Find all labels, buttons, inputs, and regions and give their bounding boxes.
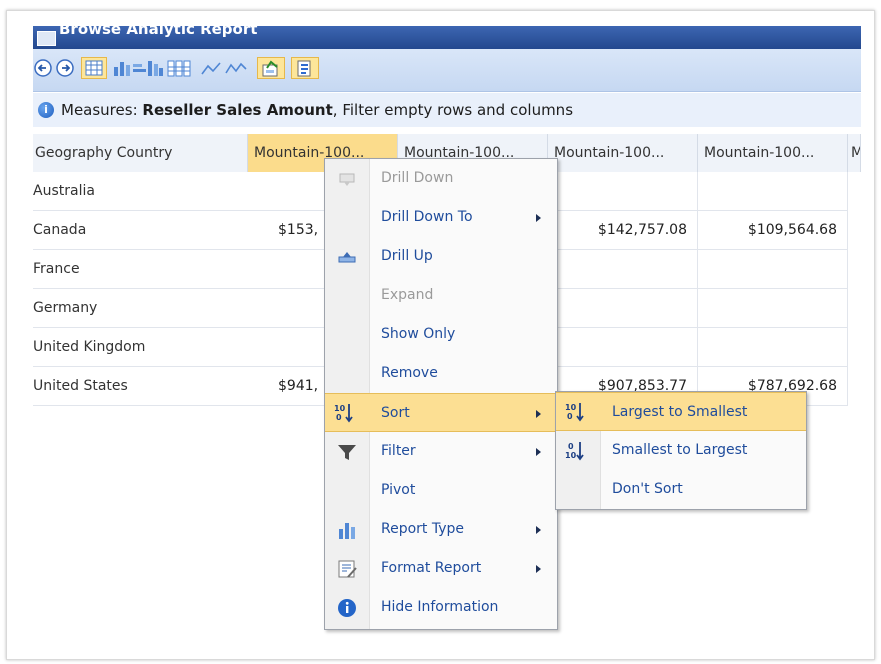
column-header[interactable]: Mountain-100... [548, 134, 698, 172]
context-menu: Drill Down Drill Down To Drill Up Expand… [324, 158, 558, 630]
filter-description: , Filter empty rows and columns [332, 101, 574, 119]
table-cell [548, 289, 698, 328]
svg-text:10: 10 [565, 451, 577, 460]
menu-item-label: Expand [381, 287, 434, 303]
measures-description: Measures: Reseller Sales Amount, Filter … [61, 93, 573, 127]
menu-item-largest-to-smallest[interactable]: 10 0 Largest to Smallest [556, 392, 806, 431]
menu-item-filter[interactable]: Filter [325, 432, 557, 471]
table-cell [698, 289, 848, 328]
menu-item-label: Filter [381, 443, 416, 459]
menu-item-label: Format Report [381, 560, 482, 576]
row-label[interactable]: Australia [33, 172, 248, 211]
menu-item-show-only[interactable]: Show Only [325, 315, 557, 354]
table-cell: $142,757.08 [548, 211, 698, 250]
submenu-arrow-icon [536, 526, 541, 534]
menu-item-pivot[interactable]: Pivot [325, 471, 557, 510]
menu-item-format-report[interactable]: Format Report [325, 549, 557, 588]
row-label[interactable]: United States [33, 367, 248, 406]
bar-chart-icon[interactable] [111, 57, 165, 79]
column-header[interactable]: Mountain-100... [698, 134, 848, 172]
info-icon: i [38, 102, 54, 118]
menu-item-label: Report Type [381, 521, 465, 537]
svg-text:10: 10 [565, 403, 577, 412]
menu-item-label: Show Only [381, 326, 456, 342]
menu-item-label: Sort [381, 405, 410, 421]
menu-item-label: Largest to Smallest [612, 404, 748, 420]
submenu-arrow-icon [536, 214, 541, 222]
sort-descending-icon: 100 [565, 403, 584, 422]
row-label[interactable]: France [33, 250, 248, 289]
report-type-icon [339, 523, 355, 539]
submenu-arrow-icon [536, 448, 541, 456]
window-title-bar: Browse Analytic Report [33, 20, 861, 49]
format-report-icon [338, 560, 357, 578]
table-cell [698, 328, 848, 367]
menu-item-label: Pivot [381, 482, 416, 498]
sort-icon: 100 [334, 404, 353, 423]
table-cell [548, 328, 698, 367]
table-cell [548, 250, 698, 289]
line-chart-icon[interactable] [199, 57, 249, 79]
menu-item-drill-down[interactable]: Drill Down [325, 159, 557, 198]
report-toolbar [33, 49, 861, 92]
row-label[interactable]: Canada [33, 211, 248, 250]
menu-item-label: Drill Down To [381, 209, 473, 225]
svg-text:10: 10 [334, 404, 346, 413]
info-icon [338, 599, 356, 617]
info-toggle-icon[interactable] [291, 57, 319, 79]
menu-item-dont-sort[interactable]: Don't Sort [556, 470, 806, 509]
stacked-bar-icon[interactable] [165, 57, 199, 79]
table-cell [698, 172, 848, 211]
grid-view-icon[interactable] [81, 57, 107, 79]
row-header[interactable]: Geography Country [33, 134, 248, 172]
sort-ascending-icon: 010 [565, 442, 584, 461]
table-cell [548, 172, 698, 211]
table-cell: $109,564.68 [698, 211, 848, 250]
svg-text:0: 0 [567, 412, 573, 421]
menu-item-drill-down-to[interactable]: Drill Down To [325, 198, 557, 237]
export-icon[interactable] [257, 57, 285, 79]
menu-item-label: Remove [381, 365, 438, 381]
menu-item-hide-information[interactable]: Hide Information [325, 588, 557, 627]
svg-text:0: 0 [336, 413, 342, 422]
measure-name: Reseller Sales Amount [142, 101, 333, 119]
drill-up-icon [338, 252, 356, 263]
measures-prefix: Measures: [61, 101, 138, 119]
window-icon [37, 31, 56, 46]
sort-submenu: 10 0 Largest to Smallest 0 10 Smallest to … [555, 391, 807, 510]
menu-item-report-type[interactable]: Report Type [325, 510, 557, 549]
table-cell [698, 250, 848, 289]
menu-item-remove[interactable]: Remove [325, 354, 557, 393]
filter-icon [338, 445, 356, 460]
row-label[interactable]: United Kingdom [33, 328, 248, 367]
menu-item-label: Don't Sort [612, 481, 683, 497]
drill-down-icon [339, 173, 355, 186]
menu-item-label: Drill Down [381, 170, 454, 186]
back-icon[interactable] [33, 57, 53, 79]
forward-icon[interactable] [55, 57, 75, 79]
menu-item-sort[interactable]: 10 0 Sort [325, 393, 557, 432]
menu-item-expand[interactable]: Expand [325, 276, 557, 315]
info-bar: i Measures: Reseller Sales Amount, Filte… [33, 93, 861, 127]
menu-item-label: Drill Up [381, 248, 433, 264]
menu-item-drill-up[interactable]: Drill Up [325, 237, 557, 276]
menu-item-label: Hide Information [381, 599, 499, 615]
svg-text:0: 0 [568, 442, 574, 451]
submenu-arrow-icon [536, 565, 541, 573]
column-header[interactable]: M [848, 134, 861, 172]
menu-item-smallest-to-largest[interactable]: 0 10 Smallest to Largest [556, 431, 806, 470]
submenu-arrow-icon [536, 410, 541, 418]
window-title: Browse Analytic Report [59, 20, 258, 38]
menu-item-label: Smallest to Largest [612, 442, 748, 458]
row-label[interactable]: Germany [33, 289, 248, 328]
